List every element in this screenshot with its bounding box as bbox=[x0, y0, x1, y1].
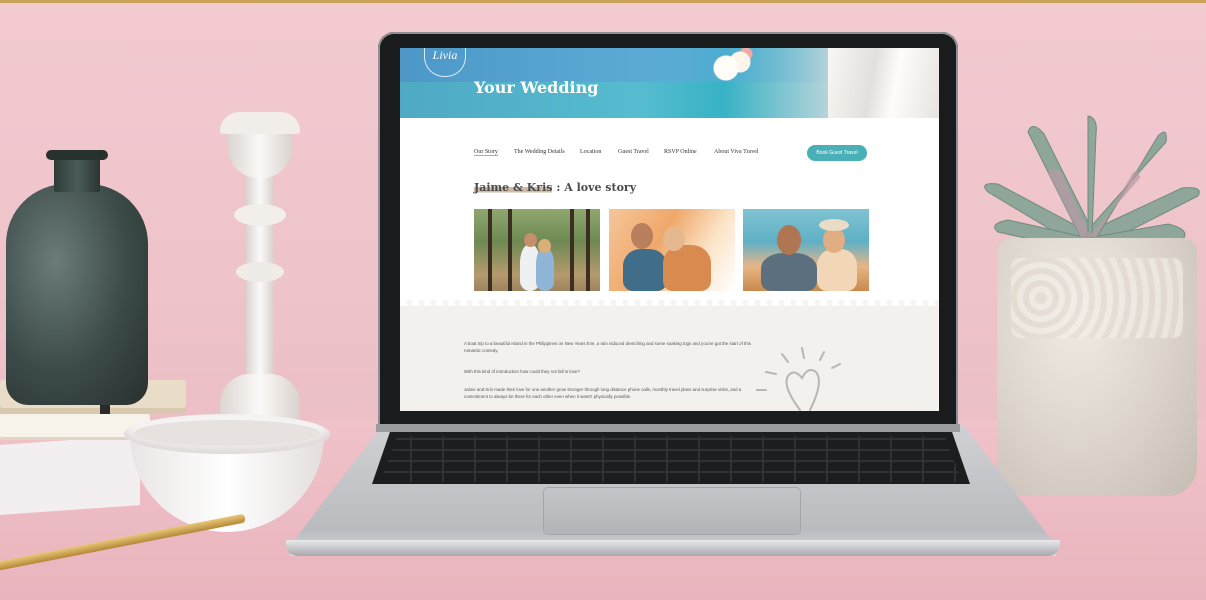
couple-photo-beach[interactable] bbox=[743, 209, 869, 291]
tree-trunk bbox=[508, 209, 512, 291]
candlestick-top bbox=[220, 112, 300, 134]
nav-rsvp-online[interactable]: RSVP Online bbox=[664, 149, 697, 155]
person-head bbox=[538, 239, 551, 253]
person-figure bbox=[536, 249, 554, 291]
nav-wedding-details[interactable]: The Wedding Details bbox=[514, 149, 565, 155]
lace-planter bbox=[997, 238, 1197, 496]
person-head bbox=[777, 225, 801, 255]
tree-trunk bbox=[586, 209, 590, 291]
nav-our-story[interactable]: Our Story bbox=[474, 149, 498, 156]
hero-banner: Livia Your Wedding bbox=[400, 48, 939, 118]
couple-names: Jaime & Kris bbox=[474, 181, 553, 194]
tree-trunk bbox=[488, 209, 492, 291]
couple-photo-sunlight[interactable] bbox=[609, 209, 735, 291]
story-heading-rest: : A love story bbox=[556, 181, 637, 194]
hero-title: Your Wedding bbox=[474, 78, 599, 97]
couple-photo-forest[interactable] bbox=[474, 209, 600, 291]
laptop-screen: Livia Your Wedding Our Story The Wedding… bbox=[400, 48, 939, 411]
person-figure bbox=[761, 253, 817, 291]
story-heading: Jaime & Kris : A love story bbox=[474, 181, 636, 194]
person-figure bbox=[817, 249, 857, 291]
nav-about-viva-travel[interactable]: About Viva Travel bbox=[714, 149, 759, 155]
vase-lip bbox=[46, 150, 108, 160]
tree-trunk bbox=[570, 209, 574, 291]
person-figure bbox=[623, 249, 667, 291]
story-paragraph-1: A boat trip to a beautiful island in the… bbox=[464, 341, 751, 353]
story-paragraph-2: With this kind of introduction how could… bbox=[464, 369, 580, 374]
nav-location[interactable]: Location bbox=[580, 149, 601, 155]
person-head bbox=[663, 227, 685, 251]
keyboard-keys bbox=[380, 436, 962, 482]
nav-guest-travel[interactable]: Guest Travel bbox=[618, 149, 649, 155]
candlestick-knob bbox=[236, 262, 284, 282]
laptop-trackpad bbox=[544, 488, 800, 534]
laptop-hinge bbox=[376, 424, 960, 432]
heart-doodle-icon bbox=[756, 347, 841, 411]
green-vase bbox=[6, 150, 148, 405]
top-border bbox=[0, 0, 1206, 3]
vase-body bbox=[6, 184, 148, 405]
candlestick-cup bbox=[228, 130, 292, 178]
book-guest-travel-button[interactable]: Book Guest Travel bbox=[807, 145, 867, 161]
photo-scene: Livia Your Wedding Our Story The Wedding… bbox=[0, 0, 1206, 600]
candlestick-knob bbox=[234, 204, 286, 226]
bowl-inside bbox=[134, 420, 320, 446]
person-head bbox=[524, 233, 537, 247]
hero-curtain bbox=[828, 48, 939, 118]
person-head bbox=[631, 223, 653, 249]
planter-lace-pattern bbox=[1011, 258, 1183, 338]
sun-hat bbox=[819, 219, 849, 231]
flower-bouquet bbox=[706, 48, 756, 88]
laptop-front-edge bbox=[286, 540, 1060, 556]
story-paragraph-3: Jaime and Kris made their love for one a… bbox=[464, 387, 742, 399]
white-candlestick bbox=[214, 112, 306, 422]
person-figure bbox=[663, 245, 711, 291]
